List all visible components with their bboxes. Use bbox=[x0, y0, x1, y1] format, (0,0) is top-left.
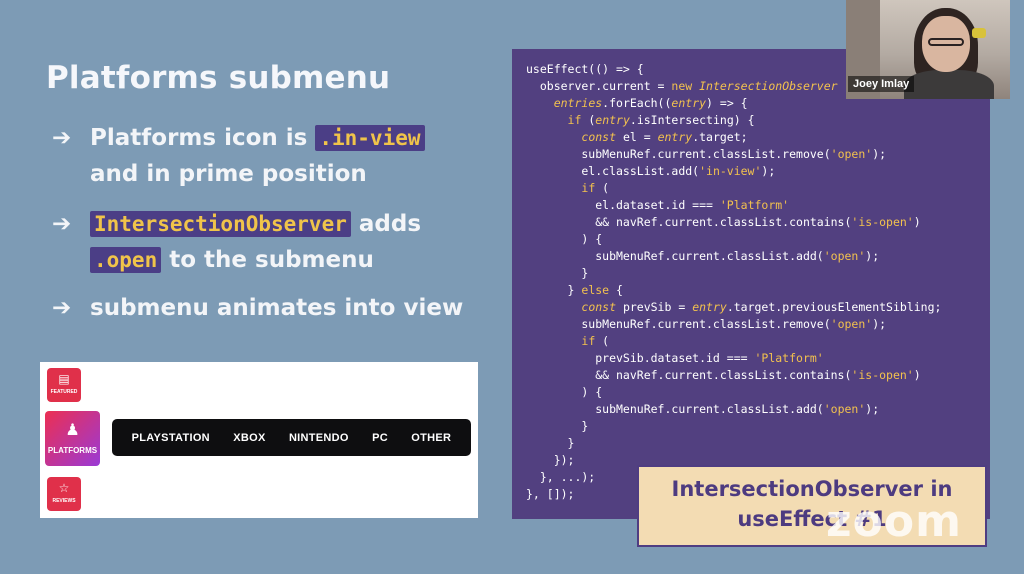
submenu-item-other[interactable]: OTHER bbox=[411, 432, 451, 444]
code-line: el.dataset.id === 'Platform' bbox=[526, 198, 790, 212]
code-line: } bbox=[526, 266, 589, 280]
demo-menu: ▤ FEATURED ♟ PLATFORMS ☆ REVIEWS PLAYSTA… bbox=[40, 362, 478, 518]
code-line: } else { bbox=[526, 283, 623, 297]
bullet-2-line2: .open to the submenu bbox=[90, 242, 374, 278]
submenu-item-playstation[interactable]: PLAYSTATION bbox=[132, 432, 210, 444]
arrow-icon: ➔ bbox=[52, 211, 72, 237]
arrow-icon: ➔ bbox=[52, 295, 72, 321]
bullet-1-text: Platforms icon is .in-view bbox=[90, 120, 425, 156]
arrow-icon: ➔ bbox=[52, 125, 72, 151]
reviews-label: REVIEWS bbox=[52, 498, 76, 504]
submenu-item-pc[interactable]: PC bbox=[372, 432, 388, 444]
code-panel: useEffect(() => { observer.current = new… bbox=[512, 49, 990, 519]
code-line: prevSib.dataset.id === 'Platform' bbox=[526, 351, 824, 365]
code-intersection-observer: IntersectionObserver bbox=[90, 211, 351, 237]
code-line: el.classList.add('in-view'); bbox=[526, 164, 776, 178]
glasses-icon bbox=[928, 38, 964, 46]
code-line: && navRef.current.classList.contains('is… bbox=[526, 368, 921, 382]
webcam-video: Joey Imlay bbox=[846, 0, 1010, 99]
newspaper-icon: ▤ bbox=[58, 372, 70, 386]
featured-button[interactable]: ▤ FEATURED bbox=[47, 368, 81, 402]
submenu-item-nintendo[interactable]: NINTENDO bbox=[289, 432, 349, 444]
participant-name: Joey Imlay bbox=[848, 76, 915, 92]
submenu-item-xbox[interactable]: XBOX bbox=[233, 432, 265, 444]
code-line: ) { bbox=[526, 232, 603, 246]
platforms-button[interactable]: ♟ PLATFORMS bbox=[45, 411, 100, 466]
featured-label: FEATURED bbox=[50, 389, 78, 395]
bullet-2-text: IntersectionObserver adds bbox=[90, 206, 421, 242]
reviews-button[interactable]: ☆ REVIEWS bbox=[47, 477, 81, 511]
code-line: if ( bbox=[581, 334, 610, 348]
bullet-3-text: submenu animates into view bbox=[90, 295, 464, 321]
hair-bow bbox=[972, 28, 986, 38]
platforms-submenu: PLAYSTATION XBOX NINTENDO PC OTHER bbox=[112, 419, 471, 456]
code-line: } bbox=[526, 419, 589, 433]
code-line: subMenuRef.current.classList.add('open')… bbox=[526, 249, 880, 263]
code-line: const prevSib = entry.target.previousEle… bbox=[581, 300, 942, 314]
code-open: .open bbox=[90, 247, 162, 273]
code-line: subMenuRef.current.classList.add('open')… bbox=[526, 402, 880, 416]
star-icon: ☆ bbox=[58, 481, 70, 495]
slide-title: Platforms submenu bbox=[46, 60, 391, 96]
code-line: ) { bbox=[526, 385, 603, 399]
code-line: && navRef.current.classList.contains('is… bbox=[526, 215, 921, 229]
code-line: } bbox=[526, 436, 575, 450]
presenter-body bbox=[904, 70, 994, 99]
code-line: subMenuRef.current.classList.remove('ope… bbox=[526, 317, 887, 331]
platforms-label: PLATFORMS bbox=[47, 446, 98, 455]
zoom-watermark: zoom bbox=[826, 496, 962, 547]
code-line: subMenuRef.current.classList.remove('ope… bbox=[526, 147, 887, 161]
bullet-1-line2: and in prime position bbox=[90, 161, 367, 187]
gamer-icon: ♟ bbox=[65, 420, 80, 439]
code-line: if (entry.isIntersecting) { bbox=[567, 113, 755, 127]
code-line: if ( bbox=[581, 181, 610, 195]
code-in-view: .in-view bbox=[315, 125, 425, 151]
code-line: const el = entry.target; bbox=[581, 130, 748, 144]
